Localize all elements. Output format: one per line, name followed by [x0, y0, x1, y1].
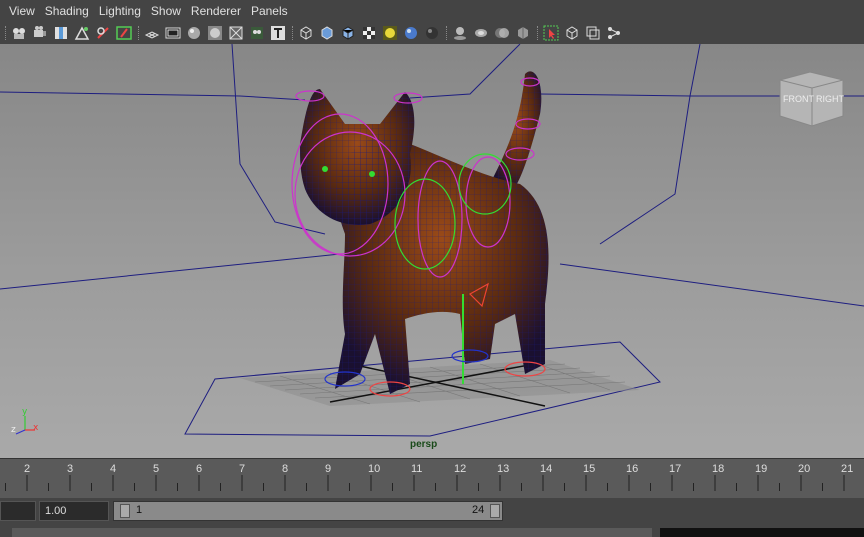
menu-view[interactable]: View	[4, 0, 40, 22]
menu-show[interactable]: Show	[146, 0, 186, 22]
range-start-label: 1	[136, 504, 143, 516]
frame-tick-label: 6	[196, 463, 202, 475]
isolate-select-icon[interactable]	[541, 23, 561, 43]
range-slider-bar: 1.00 1 24	[0, 498, 864, 524]
viewport-scene: FRONT RIGHT y x z persp	[0, 44, 864, 458]
range-slider[interactable]: 1 24	[113, 501, 503, 521]
frame-tick-label: 15	[583, 463, 595, 475]
range-start-handle[interactable]	[120, 504, 130, 518]
frame-tick-label: 19	[755, 463, 767, 475]
camera-name-label: persp	[410, 439, 437, 450]
viewport-toolbar	[0, 22, 864, 44]
shadows-icon[interactable]	[401, 23, 421, 43]
film-gate-icon[interactable]	[163, 23, 183, 43]
grease-pencil-icon[interactable]	[114, 23, 134, 43]
frame-tick-label: 2	[24, 463, 30, 475]
frame-tick-label: 4	[110, 463, 116, 475]
ambient-occlusion-icon[interactable]	[422, 23, 442, 43]
textured-icon[interactable]	[359, 23, 379, 43]
xray-active-icon[interactable]	[583, 23, 603, 43]
image-plane-icon[interactable]	[72, 23, 92, 43]
axis-z-label: z	[11, 425, 16, 435]
menu-renderer[interactable]: Renderer	[186, 0, 246, 22]
range-end-handle[interactable]	[490, 504, 500, 518]
menu-lighting[interactable]: Lighting	[94, 0, 146, 22]
use-all-lights-icon[interactable]	[380, 23, 400, 43]
menu-panels[interactable]: Panels	[246, 0, 293, 22]
smooth-shade-icon[interactable]	[317, 23, 337, 43]
frame-tick-label: 16	[626, 463, 638, 475]
xray-icon[interactable]	[513, 23, 533, 43]
frame-tick-label: 17	[669, 463, 681, 475]
menu-shading[interactable]: Shading	[40, 0, 94, 22]
range-end-label: 24	[472, 504, 485, 516]
2d-pan-zoom-icon[interactable]	[93, 23, 113, 43]
view-cube[interactable]: FRONT RIGHT	[779, 71, 845, 127]
camera-attributes-icon[interactable]	[30, 23, 50, 43]
xray-joints-icon[interactable]	[562, 23, 582, 43]
frame-tick-label: 5	[153, 463, 159, 475]
command-line-field[interactable]	[12, 528, 652, 537]
text-icon[interactable]	[268, 23, 288, 43]
frame-tick-label: 11	[411, 463, 422, 475]
frame-tick-label: 14	[540, 463, 552, 475]
frame-tick-label: 3	[67, 463, 73, 475]
perspective-viewport[interactable]: FRONT RIGHT y x z persp	[0, 44, 864, 458]
time-slider[interactable]: 2 3 4 5 6 7 8 9 10 11 12 13 14 15 16 17 18 19 20 21	[0, 458, 864, 498]
command-result-field	[660, 528, 864, 537]
frame-tick-label: 7	[239, 463, 245, 475]
frame-tick-label: 18	[712, 463, 724, 475]
toolbar-separator	[537, 26, 538, 40]
viewport-menubar: View Shading Lighting Show Renderer Pane…	[0, 0, 864, 22]
frame-tick-label: 20	[798, 463, 810, 475]
toolbar-separator	[446, 26, 447, 40]
multisample-icon[interactable]	[471, 23, 491, 43]
frame-tick-label: 10	[368, 463, 380, 475]
motion-blur-icon[interactable]	[450, 23, 470, 43]
frame-tick-label: 9	[325, 463, 331, 475]
bottom-status-bar	[0, 524, 864, 537]
axis-y-label: y	[22, 407, 28, 417]
safe-title-icon[interactable]	[247, 23, 267, 43]
frame-tick-label: 8	[282, 463, 288, 475]
start-time-field[interactable]	[0, 501, 36, 521]
toolbar-separator	[138, 26, 139, 40]
animation-start-field[interactable]: 1.00	[39, 501, 109, 521]
view-cube-front-label: FRONT	[783, 94, 814, 104]
view-cube-right-label: RIGHT	[816, 94, 845, 104]
toolbar-separator	[292, 26, 293, 40]
frame-tick-label: 12	[454, 463, 466, 475]
bookmarks-icon[interactable]	[51, 23, 71, 43]
toolbar-separator	[5, 26, 6, 40]
axis-x-label: x	[33, 423, 39, 433]
time-ruler: 2 3 4 5 6 7 8 9 10 11 12 13 14 15 16 17 18 19 20 21	[5, 463, 853, 491]
frame-tick-label: 13	[497, 463, 509, 475]
depth-of-field-icon[interactable]	[492, 23, 512, 43]
select-camera-icon[interactable]	[9, 23, 29, 43]
frame-tick-label: 21	[841, 463, 853, 475]
resolution-gate-icon[interactable]	[184, 23, 204, 43]
camera-sequencer-icon[interactable]	[604, 23, 624, 43]
grid-icon[interactable]	[142, 23, 162, 43]
wireframe-on-shaded-icon[interactable]	[338, 23, 358, 43]
field-chart-icon[interactable]	[226, 23, 246, 43]
wireframe-icon[interactable]	[296, 23, 316, 43]
gate-mask-icon[interactable]	[205, 23, 225, 43]
